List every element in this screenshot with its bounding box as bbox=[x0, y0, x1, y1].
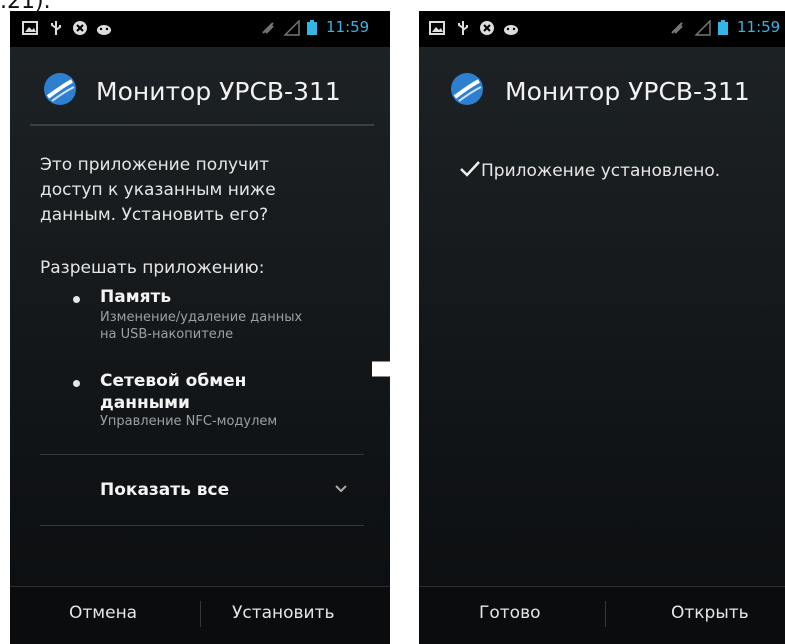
nfc-icon bbox=[262, 22, 274, 34]
install-prompt: Это приложение получит доступ к указанны… bbox=[40, 153, 276, 228]
nfc-icon bbox=[671, 22, 683, 34]
permission-desc-storage: Изменение/удаление данных на USB-накопит… bbox=[100, 309, 302, 343]
status-bar: 11:59 bbox=[10, 11, 390, 47]
app-title: Монитор УРСВ-311 bbox=[96, 77, 341, 106]
status-bar: 11:59 bbox=[419, 11, 785, 47]
permissions-heading: Разрешать приложению: bbox=[40, 258, 265, 278]
install-prompt-line: Это приложение получит bbox=[40, 155, 270, 175]
install-button[interactable]: Установить bbox=[232, 603, 335, 623]
notification-icon bbox=[73, 21, 87, 35]
permission-title-network: Сетевой обмен данными bbox=[100, 370, 246, 414]
title-bar: Монитор УРСВ-311 bbox=[10, 47, 390, 125]
installed-message-text: Приложение установлено. bbox=[481, 161, 721, 181]
clock: 11:59 bbox=[737, 18, 781, 36]
title-divider bbox=[30, 124, 374, 126]
checkmark-icon bbox=[460, 161, 480, 177]
title-bar: Монитор УРСВ-311 bbox=[419, 47, 785, 125]
battery-icon bbox=[718, 20, 728, 35]
permission-title-line: Сетевой обмен bbox=[100, 371, 247, 391]
install-permissions-screen: 11:59 Монитор УРСВ-311 Это приложение по… bbox=[10, 11, 390, 644]
permission-title-storage: Память bbox=[100, 287, 172, 307]
app-title: Монитор УРСВ-311 bbox=[505, 77, 750, 106]
show-all-row[interactable]: Показать все bbox=[40, 455, 364, 525]
android-debug-icon bbox=[97, 25, 111, 35]
button-separator bbox=[605, 601, 606, 627]
app-logo-icon bbox=[451, 73, 483, 105]
open-button[interactable]: Открыть bbox=[671, 603, 749, 623]
install-complete-screen: 11:59 Монитор УРСВ-311 Приложение устано… bbox=[419, 11, 785, 644]
gallery-icon bbox=[429, 21, 445, 35]
battery-icon bbox=[307, 20, 317, 35]
app-logo-icon bbox=[44, 73, 76, 105]
usb-icon bbox=[458, 21, 468, 35]
install-prompt-line: данным. Установить его? bbox=[40, 205, 269, 225]
permission-desc-line: Изменение/удаление данных bbox=[100, 310, 303, 325]
android-debug-icon bbox=[504, 25, 518, 35]
notification-icon bbox=[480, 21, 494, 35]
bullet bbox=[73, 296, 80, 303]
permission-desc-line: на USB-накопителе bbox=[100, 327, 234, 342]
usb-icon bbox=[51, 21, 61, 35]
signal-icon bbox=[695, 20, 711, 36]
list-divider bbox=[40, 525, 364, 526]
gallery-icon bbox=[22, 21, 38, 35]
permission-desc-network: Управление NFC-модулем bbox=[100, 414, 278, 429]
clock: 11:59 bbox=[326, 18, 370, 36]
cancel-button[interactable]: Отмена bbox=[69, 603, 137, 623]
button-separator bbox=[200, 601, 201, 627]
bullet bbox=[73, 380, 80, 387]
show-all-label: Показать все bbox=[100, 480, 230, 500]
done-button[interactable]: Готово bbox=[479, 603, 541, 623]
chevron-down-icon bbox=[335, 485, 347, 493]
install-prompt-line: доступ к указанным ниже bbox=[40, 180, 276, 200]
signal-icon bbox=[284, 20, 300, 36]
permission-title-line: данными bbox=[100, 393, 190, 413]
installed-message: Приложение установлено. bbox=[459, 160, 720, 181]
